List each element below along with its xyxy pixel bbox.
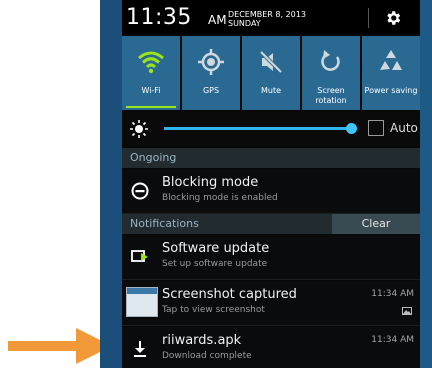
date-label: DECEMBER 8, 2013 bbox=[228, 10, 306, 19]
notification-software-update[interactable]: Software update Set up software update bbox=[122, 235, 420, 280]
toggle-label: Wi-Fi bbox=[141, 86, 161, 95]
notification-title: Blocking mode bbox=[162, 175, 259, 190]
clear-button[interactable]: Clear bbox=[332, 214, 420, 234]
notifications-header: Notifications Clear bbox=[122, 214, 420, 234]
status-header: 11:35 AM DECEMBER 8, 2013 SUNDAY bbox=[122, 0, 420, 34]
notification-time: 11:34 AM bbox=[371, 335, 414, 345]
brightness-icon bbox=[130, 120, 148, 138]
gps-icon bbox=[198, 49, 224, 75]
header-divider bbox=[368, 8, 369, 28]
background-app bbox=[100, 0, 122, 368]
mute-icon bbox=[259, 50, 283, 74]
toggle-screen-rotation[interactable]: Screen rotation bbox=[302, 36, 360, 110]
background-app-edge bbox=[420, 0, 432, 368]
recycle-icon bbox=[380, 50, 402, 70]
notification-download[interactable]: riiwards.apk Download complete 11:34 AM bbox=[122, 327, 420, 368]
wifi-icon bbox=[138, 51, 164, 74]
auto-brightness-label: Auto bbox=[390, 121, 418, 135]
picture-icon bbox=[402, 307, 412, 315]
auto-brightness-checkbox[interactable] bbox=[368, 120, 384, 136]
ongoing-header-label: Ongoing bbox=[130, 151, 177, 164]
brightness-slider[interactable] bbox=[164, 127, 352, 130]
phone-screen: 11:35 AM DECEMBER 8, 2013 SUNDAY Wi-Fi G… bbox=[100, 0, 432, 368]
day-label: SUNDAY bbox=[228, 19, 261, 28]
ongoing-header: Ongoing bbox=[122, 148, 420, 168]
pointer-arrow-icon bbox=[8, 328, 112, 364]
gear-icon[interactable] bbox=[384, 9, 402, 27]
toggle-label: GPS bbox=[202, 86, 220, 95]
software-update-icon bbox=[131, 250, 148, 262]
toggle-label: Power saving bbox=[364, 86, 418, 95]
toggle-gps[interactable]: GPS bbox=[182, 36, 240, 110]
notification-title: Software update bbox=[162, 241, 270, 256]
toggle-label: Screen rotation bbox=[315, 86, 347, 105]
notification-blocking-mode[interactable]: Blocking mode Blocking mode is enabled bbox=[122, 169, 420, 214]
notification-time: 11:34 AM bbox=[371, 289, 414, 299]
download-icon bbox=[134, 341, 146, 357]
toggle-label: Mute bbox=[260, 86, 282, 95]
notification-subtitle: Blocking mode is enabled bbox=[162, 193, 278, 203]
active-indicator bbox=[126, 106, 176, 108]
toggle-wifi[interactable]: Wi-Fi bbox=[122, 36, 180, 110]
brightness-bar: Auto bbox=[122, 112, 420, 146]
notification-screenshot[interactable]: Screenshot captured Tap to view screensh… bbox=[122, 281, 420, 326]
quick-settings-panel: Wi-Fi GPS Mute Screen rotation Power sav… bbox=[122, 36, 420, 110]
blocking-icon bbox=[131, 182, 149, 200]
notification-subtitle: Tap to view screenshot bbox=[162, 305, 265, 315]
notification-title: riiwards.apk bbox=[162, 333, 242, 348]
brightness-slider-knob[interactable] bbox=[346, 123, 357, 134]
notification-title: Screenshot captured bbox=[162, 287, 297, 302]
rotation-icon bbox=[321, 50, 340, 71]
notification-subtitle: Download complete bbox=[162, 351, 252, 361]
toggle-power-saving[interactable]: Power saving bbox=[362, 36, 420, 110]
notification-subtitle: Set up software update bbox=[162, 259, 268, 269]
notifications-header-label: Notifications bbox=[130, 217, 199, 230]
notification-shade: 11:35 AM DECEMBER 8, 2013 SUNDAY Wi-Fi G… bbox=[122, 0, 420, 368]
toggle-mute[interactable]: Mute bbox=[242, 36, 300, 110]
clock-time: 11:35 bbox=[126, 5, 192, 30]
screenshot-thumbnail bbox=[126, 287, 158, 317]
clock-ampm: AM bbox=[208, 13, 227, 27]
